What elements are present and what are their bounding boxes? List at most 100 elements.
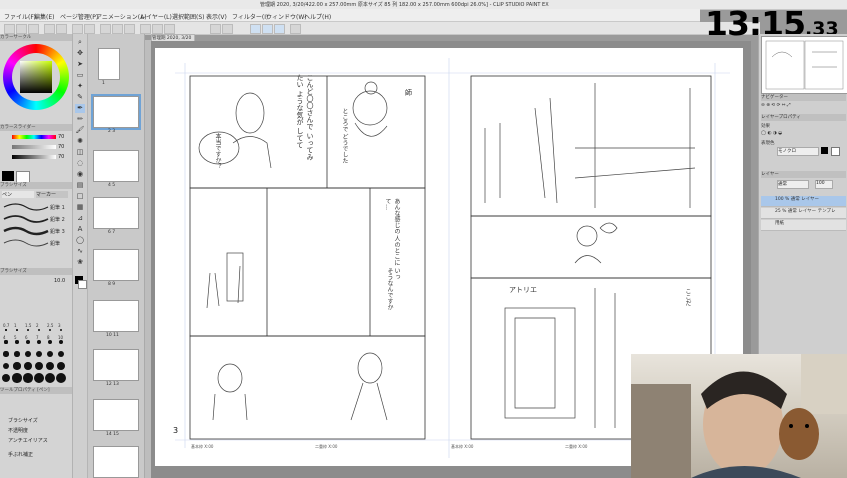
transform-icon[interactable] xyxy=(100,24,111,34)
menu-help[interactable]: ヘルプ(H) xyxy=(304,12,331,21)
brush-size-dot[interactable] xyxy=(34,373,44,383)
effect-buttons[interactable]: ◯ ◐ ◑ ◒ xyxy=(761,131,846,138)
brush-size-dot[interactable] xyxy=(12,373,22,383)
ruler-icon[interactable] xyxy=(164,24,175,34)
prop-brush-size[interactable]: ブラシサイズ xyxy=(8,417,38,424)
color-mode-white[interactable] xyxy=(831,147,840,156)
tool-sub-color[interactable] xyxy=(78,280,87,289)
page-thumb-10-11[interactable] xyxy=(93,300,139,332)
selection-tool-icon[interactable]: ▭ xyxy=(75,71,85,80)
color-mode-black[interactable] xyxy=(821,147,828,154)
brush-size-dot[interactable] xyxy=(48,328,52,332)
menu-window[interactable]: ウィンドウ(W) xyxy=(266,12,307,21)
page-thumb-16-17[interactable] xyxy=(93,446,139,478)
layer-row[interactable]: 100 % 通常 レイヤー xyxy=(761,196,846,207)
brush-name-3[interactable]: 鉛筆 3 xyxy=(50,228,65,235)
page-thumb-4-5[interactable] xyxy=(93,150,139,182)
page-thumb-6-7[interactable] xyxy=(93,197,139,229)
blend-mode-select[interactable]: 通常 xyxy=(777,180,809,189)
prop-opacity[interactable]: 不透明度 xyxy=(8,427,28,434)
layer-row[interactable]: 25 % 通常 レイヤー テンプレ xyxy=(761,208,846,219)
menu-animation[interactable]: アニメーション(A) xyxy=(96,12,147,21)
guide-icon[interactable] xyxy=(222,24,233,34)
auto-select-tool-icon[interactable]: ✦ xyxy=(75,82,85,91)
opacity-field[interactable]: 100 xyxy=(815,180,833,189)
frame-tool-icon[interactable]: ▦ xyxy=(75,203,85,212)
menu-selection[interactable]: 選択範囲(S) xyxy=(172,12,205,21)
eyedropper-tool-icon[interactable]: ✎ xyxy=(75,93,85,102)
erase-icon[interactable] xyxy=(72,24,83,34)
navigator-controls[interactable]: ⊖ ⊕ ⟲ ⟳ ⇔ ⤢ xyxy=(761,102,846,109)
brush-size-dot[interactable] xyxy=(13,362,21,370)
ruler-tool-icon[interactable]: ⊿ xyxy=(75,214,85,223)
brush-size-dot[interactable] xyxy=(26,340,30,344)
brush-size-dot[interactable] xyxy=(46,350,54,358)
gradient-tool-icon[interactable]: ▤ xyxy=(75,181,85,190)
navigator-preview[interactable] xyxy=(761,36,847,94)
brush-size-dot[interactable] xyxy=(25,351,31,357)
new-file-icon[interactable] xyxy=(4,24,15,34)
brightness-slider[interactable] xyxy=(12,155,56,159)
saturation-slider[interactable] xyxy=(12,145,56,149)
page-thumb-2-3[interactable] xyxy=(91,94,141,130)
brush-size-dot[interactable] xyxy=(27,329,29,331)
snap-icon[interactable] xyxy=(152,24,163,34)
page-thumb-1[interactable] xyxy=(98,48,120,80)
brush-size-dot[interactable] xyxy=(36,339,42,345)
brush-size-dot[interactable] xyxy=(1,373,11,383)
airbrush-tool-icon[interactable]: ✺ xyxy=(75,137,85,146)
brush-size-dot[interactable] xyxy=(23,373,33,383)
brush-size-dot[interactable] xyxy=(45,373,55,383)
brush-size-dot[interactable] xyxy=(35,362,43,370)
layer-row[interactable]: 用紙 xyxy=(761,220,846,231)
page-thumb-12-13[interactable] xyxy=(93,349,139,381)
menu-file[interactable]: ファイル(F) xyxy=(4,12,36,21)
prop-stabilization[interactable]: 手ぶれ補正 xyxy=(8,451,33,458)
decoration-tool-icon[interactable]: ❀ xyxy=(75,258,85,267)
brush-size-dot[interactable] xyxy=(58,339,64,345)
page-thumb-8-9[interactable] xyxy=(93,249,139,281)
figure-tool-icon[interactable]: □ xyxy=(75,192,85,201)
snap-ruler-icon[interactable] xyxy=(250,24,261,34)
brush-size-dot[interactable] xyxy=(14,351,20,357)
brush-size-dot[interactable] xyxy=(2,362,10,370)
tab-marker[interactable]: マーカー xyxy=(36,191,68,198)
brush-size-dot[interactable] xyxy=(56,361,66,371)
brush-size-dot[interactable] xyxy=(3,351,9,357)
menu-layer[interactable]: レイヤー(L) xyxy=(140,12,172,21)
snap-grid-icon[interactable] xyxy=(262,24,273,34)
text-tool-icon[interactable]: A xyxy=(75,225,85,234)
color-wheel[interactable] xyxy=(3,44,69,110)
brush-size-dot[interactable] xyxy=(5,329,7,331)
settings-icon[interactable] xyxy=(290,24,301,34)
brush-name-1[interactable]: 鉛筆 1 xyxy=(50,204,65,211)
brush-size-dot[interactable] xyxy=(45,361,55,371)
redo-icon[interactable] xyxy=(56,24,67,34)
brush-size-dot[interactable] xyxy=(4,340,8,344)
color-square[interactable] xyxy=(20,61,52,93)
menu-filter[interactable]: フィルター(I) xyxy=(232,12,268,21)
page-thumb-14-15[interactable] xyxy=(93,399,139,431)
eraser-tool-icon[interactable]: ◫ xyxy=(75,148,85,157)
grid-icon[interactable] xyxy=(210,24,221,34)
invert-icon[interactable] xyxy=(124,24,135,34)
zoom-tool-icon[interactable]: ⌕ xyxy=(75,38,85,47)
undo-icon[interactable] xyxy=(44,24,55,34)
brush-size-dot[interactable] xyxy=(15,340,19,344)
deselect-icon[interactable] xyxy=(112,24,123,34)
fill-tool-icon[interactable]: ◉ xyxy=(75,170,85,179)
menu-view[interactable]: 表示(V) xyxy=(206,12,227,21)
fill-icon[interactable] xyxy=(84,24,95,34)
line-correction-tool-icon[interactable]: ∿ xyxy=(75,247,85,256)
brush-size-dot[interactable] xyxy=(16,329,18,331)
brush-name-4[interactable]: 鉛筆 xyxy=(50,240,60,247)
brush-size-dot[interactable] xyxy=(24,362,32,370)
brush-size-dot[interactable] xyxy=(57,350,65,358)
main-color-swatch[interactable] xyxy=(2,171,14,181)
prop-antialias[interactable]: アンチエイリアス xyxy=(8,437,48,444)
open-file-icon[interactable] xyxy=(16,24,27,34)
brush-size-dot[interactable] xyxy=(59,328,63,332)
crop-icon[interactable] xyxy=(140,24,151,34)
pen-tool-icon[interactable]: ✒ xyxy=(75,104,85,113)
snap-special-icon[interactable] xyxy=(274,24,285,34)
